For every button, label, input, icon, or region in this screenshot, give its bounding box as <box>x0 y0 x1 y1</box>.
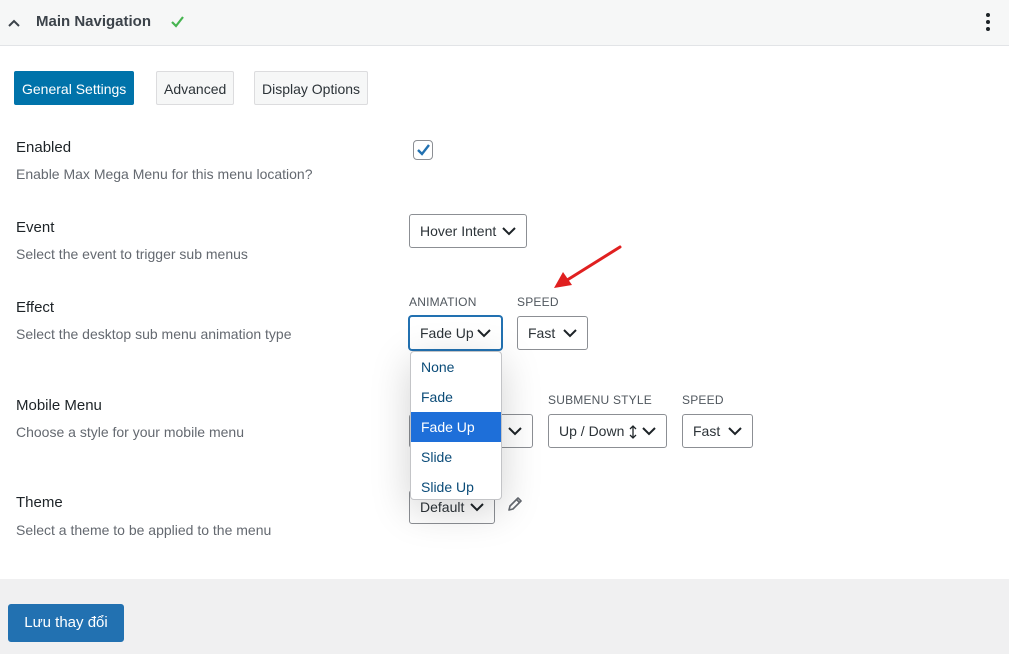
edit-pencil-icon[interactable] <box>506 495 524 513</box>
chevron-up-icon[interactable] <box>7 17 21 29</box>
chevron-down-icon <box>642 427 656 436</box>
menu-location-header[interactable]: Main Navigation <box>0 0 1009 46</box>
more-options-icon[interactable] <box>982 11 994 33</box>
chevron-down-icon <box>470 503 484 512</box>
theme-label: Theme <box>16 494 63 511</box>
mobile-menu-description: Choose a style for your mobile menu <box>16 424 244 440</box>
chevron-down-icon <box>508 427 522 436</box>
animation-dropdown-list[interactable]: None Fade Fade Up Slide Slide Up <box>410 351 502 500</box>
animation-select-value: Fade Up <box>420 325 474 341</box>
mobile-speed-value: Fast <box>693 423 721 439</box>
animation-option-fade-up[interactable]: Fade Up <box>411 412 501 442</box>
event-label: Event <box>16 219 55 236</box>
submenu-style-select[interactable]: Up / Down <box>548 414 667 448</box>
submenu-style-value: Up / Down <box>559 423 625 439</box>
effect-speed-value: Fast <box>528 325 556 341</box>
animation-select[interactable]: Fade Up <box>409 316 502 350</box>
submenu-style-label: SUBMENU STYLE <box>548 393 652 407</box>
mobile-speed-label: SPEED <box>682 393 724 407</box>
enabled-description: Enable Max Mega Menu for this menu locat… <box>16 166 313 182</box>
menu-location-title: Main Navigation <box>36 13 152 30</box>
effect-label: Effect <box>16 299 55 316</box>
animation-option-slide[interactable]: Slide <box>411 442 501 472</box>
event-description: Select the event to trigger sub menus <box>16 246 248 262</box>
check-icon <box>171 16 184 28</box>
chevron-down-icon <box>728 427 742 436</box>
theme-select-value: Default <box>420 499 465 515</box>
effect-description: Select the desktop sub menu animation ty… <box>16 326 292 342</box>
mobile-speed-select[interactable]: Fast <box>682 414 753 448</box>
chevron-down-icon <box>502 227 516 236</box>
save-changes-button[interactable]: Lưu thay đổi <box>8 604 124 642</box>
animation-option-fade[interactable]: Fade <box>411 382 501 412</box>
theme-description: Select a theme to be applied to the menu <box>16 522 272 538</box>
effect-speed-select[interactable]: Fast <box>517 316 588 350</box>
enabled-checkbox[interactable] <box>413 140 433 160</box>
checkmark-icon <box>417 144 430 156</box>
effect-speed-label: SPEED <box>517 295 559 309</box>
animation-option-slide-up[interactable]: Slide Up <box>411 472 501 499</box>
mobile-menu-label: Mobile Menu <box>16 397 102 414</box>
animation-label: ANIMATION <box>409 295 477 309</box>
tab-general-settings[interactable]: General Settings <box>14 71 135 105</box>
event-select[interactable]: Hover Intent <box>409 214 527 248</box>
chevron-down-icon <box>477 329 491 338</box>
tab-display-options[interactable]: Display Options <box>254 71 369 105</box>
animation-option-none[interactable]: None <box>411 352 501 382</box>
footer-bar <box>0 579 1009 654</box>
tab-advanced[interactable]: Advanced <box>156 71 235 105</box>
enabled-label: Enabled <box>16 139 72 156</box>
annotation-arrow-icon <box>554 245 622 288</box>
up-down-arrow-icon <box>629 425 637 439</box>
chevron-down-icon <box>563 329 577 338</box>
event-select-value: Hover Intent <box>420 223 497 239</box>
